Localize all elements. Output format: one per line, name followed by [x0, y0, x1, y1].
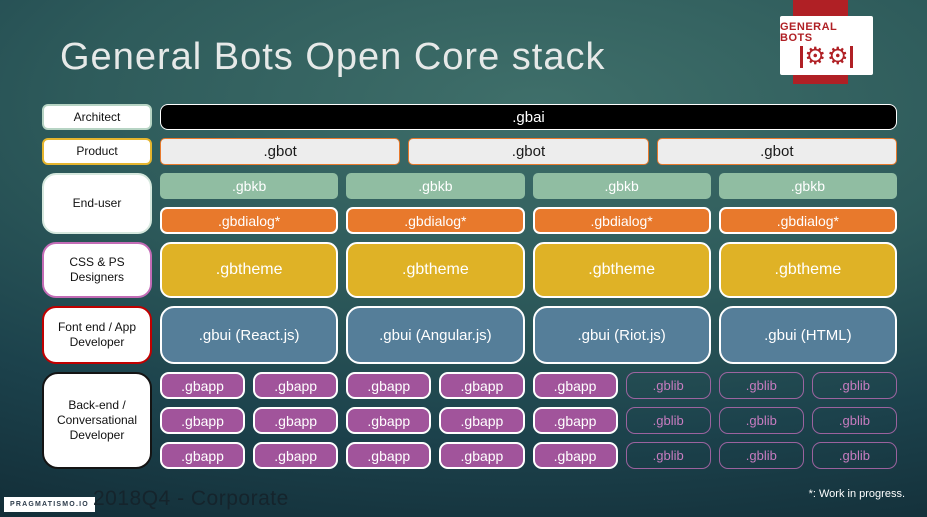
gblib-box: .gblib — [811, 407, 897, 434]
gbkb-box: .gbkb — [532, 173, 711, 199]
row-label-product: Product — [42, 138, 152, 165]
slide: General Bots Open Core stack GENERAL BOT… — [0, 0, 927, 517]
gbtheme-box: .gbtheme — [718, 242, 897, 298]
gbapp-box: .gbapp — [160, 407, 246, 434]
gears-icon: ⚙ ⚙ — [800, 43, 853, 70]
row-label-css-ps-designers: CSS & PS Designers — [42, 242, 152, 298]
row-label-architect: Architect — [42, 104, 152, 130]
gbapp-box: .gbapp — [532, 407, 618, 434]
gbapp-box: .gbapp — [160, 372, 246, 399]
gear-axle-right — [849, 46, 853, 68]
gbui-box: .gbui (Riot.js) — [532, 306, 711, 364]
gbapp-box: .gbapp — [253, 407, 339, 434]
gblib-box: .gblib — [811, 372, 897, 399]
gbapp-box: .gbapp — [346, 442, 432, 469]
gbot-box: .gbot — [408, 138, 649, 165]
gbtheme-box: .gbtheme — [160, 242, 339, 298]
gbapp-box: .gbapp — [439, 407, 525, 434]
gblib-box: .gblib — [718, 442, 804, 469]
gbapp-box: .gbapp — [346, 407, 432, 434]
gbapp-box: .gbapp — [532, 442, 618, 469]
general-bots-logo: GENERAL BOTS ⚙ ⚙ — [780, 16, 873, 75]
gbtheme-box: .gbtheme — [346, 242, 525, 298]
row-label-front-end-app-developer: Font end / App Developer — [42, 306, 152, 364]
gbapp-box: .gbapp — [439, 372, 525, 399]
pragmatismo-logo: PRAGMATISMO.IO — [4, 497, 95, 512]
gbui-box: .gbui (HTML) — [718, 306, 897, 364]
gbapp-box: .gbapp — [439, 442, 525, 469]
gblib-box: .gblib — [625, 442, 711, 469]
gbot-box: .gbot — [656, 138, 897, 165]
gbapp-box: .gbapp — [532, 372, 618, 399]
gbui-box: .gbui (React.js) — [160, 306, 339, 364]
gbkb-box: .gbkb — [160, 173, 339, 199]
gbdialog-box: .gbdialog* — [160, 207, 339, 234]
gbkb-box: .gbkb — [718, 173, 897, 199]
gblib-box: .gblib — [718, 407, 804, 434]
gbapp-box: .gbapp — [253, 442, 339, 469]
gbapp-box: .gbapp — [160, 442, 246, 469]
gblib-box: .gblib — [811, 442, 897, 469]
gbtheme-box: .gbtheme — [532, 242, 711, 298]
row-label-back-end-conversational-developer: Back-end / Conversational Developer — [42, 372, 152, 469]
gblib-box: .gblib — [625, 372, 711, 399]
row-label-end-user: End-user — [42, 173, 152, 234]
gbot-box: .gbot — [160, 138, 401, 165]
gbapp-box: .gbapp — [253, 372, 339, 399]
page-title: General Bots Open Core stack — [60, 36, 606, 78]
gear-axle-left — [800, 46, 804, 68]
gbapp-box: .gbapp — [346, 372, 432, 399]
gbai-box: .gbai — [160, 104, 897, 130]
work-in-progress-note: *: Work in progress. — [808, 488, 905, 500]
gblib-box: .gblib — [625, 407, 711, 434]
gbdialog-box: .gbdialog* — [718, 207, 897, 234]
gear-icon: ⚙ — [804, 43, 826, 70]
gbui-box: .gbui (Angular.js) — [346, 306, 525, 364]
stack-grid: Architect Product End-user CSS & PS Desi… — [42, 104, 897, 469]
logo-wordmark: GENERAL BOTS — [780, 21, 838, 44]
gbdialog-box: .gbdialog* — [532, 207, 711, 234]
gblib-box: .gblib — [718, 372, 804, 399]
gbkb-box: .gbkb — [346, 173, 525, 199]
gbdialog-box: .gbdialog* — [346, 207, 525, 234]
footer-caption: 2018Q4 - Corporate — [93, 487, 289, 510]
gear-icon: ⚙ — [827, 43, 849, 70]
